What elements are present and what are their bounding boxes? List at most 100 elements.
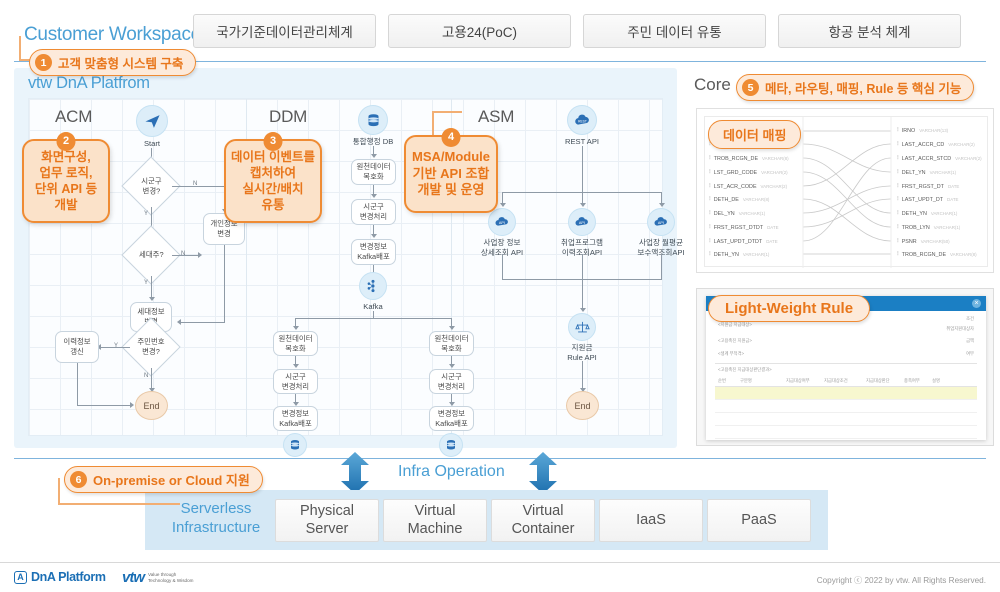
infra-item-virtual-machine[interactable]: Virtual Machine — [383, 499, 487, 542]
map-right-name-0: IRNO — [901, 127, 916, 134]
callout-5-number: 5 — [742, 79, 759, 96]
acm-line-personal-to-d3 — [181, 322, 225, 323]
drag-handle-icon[interactable]: ⦙⦙ — [709, 238, 710, 245]
drag-handle-icon[interactable]: ⦙⦙ — [709, 183, 710, 190]
drag-handle-icon[interactable]: ⦙⦙ — [897, 169, 898, 176]
infra-item-physical-server[interactable]: Physical Server — [275, 499, 379, 542]
api-cloud-glyph: API — [574, 216, 588, 226]
map-left-name-3: LST_GRD_CODE — [713, 169, 758, 176]
rule-col-6: 설명 — [932, 378, 940, 383]
svg-text:API: API — [657, 220, 663, 224]
drag-handle-icon[interactable]: ⦙⦙ — [709, 224, 710, 231]
acm-line-d1-right — [172, 186, 225, 187]
acm-line-history-down — [77, 363, 78, 406]
map-right-type-5: DATE — [947, 197, 959, 202]
acm-arrow-5 — [177, 319, 181, 325]
drag-handle-icon[interactable]: ⦙⦙ — [709, 169, 710, 176]
map-right-type-1: VARCHAR(2) — [948, 142, 975, 147]
map-right-field-2: ⦙⦙ LAST_ACCR_STCD VARCHAR(2) — [897, 155, 982, 162]
infra-item-paas[interactable]: PaaS — [707, 499, 811, 542]
tab-national-standard-data[interactable]: 국가기준데이터관리체계 — [193, 14, 376, 48]
rule-row-3[interactable] — [715, 413, 977, 426]
callout-3-line-1: 데이터 이벤트를 — [231, 150, 315, 164]
acm-line-d3-end — [151, 368, 152, 389]
api-icon-2: API — [568, 208, 596, 236]
callout-3-number: 3 — [263, 132, 283, 151]
drag-handle-icon[interactable]: ⦙⦙ — [897, 127, 898, 134]
tab-resident-data-distribution[interactable]: 주민 데이터 유통 — [583, 14, 766, 48]
ddm-left-sigungu: 시군구 변경처리 — [273, 369, 318, 394]
database-glyph — [447, 440, 455, 450]
svg-text:REST: REST — [578, 120, 587, 124]
drag-handle-icon[interactable]: ⦙⦙ — [897, 251, 898, 258]
map-right-type-9: VARCHAR(8) — [950, 252, 977, 257]
callout-4-number: 4 — [441, 128, 461, 147]
map-left-type-6: VARCHAR(1) — [738, 211, 766, 216]
map-right-name-9: TROB_RCGN_DE — [901, 251, 947, 258]
drag-handle-icon[interactable]: ⦙⦙ — [897, 196, 898, 203]
drag-handle-icon[interactable]: ⦙⦙ — [897, 210, 898, 217]
ddm-node-decrypt-source-label: 원천데이터 복호화 — [356, 162, 391, 181]
drag-handle-icon[interactable]: ⦙⦙ — [709, 210, 710, 217]
ddm-right-arrow-1 — [448, 364, 455, 368]
footer-divider — [0, 562, 1000, 563]
map-left-field-2: ⦙⦙ TROB_RCGN_DE VARCHAR(8) — [709, 155, 789, 162]
drag-handle-icon[interactable]: ⦙⦙ — [709, 251, 710, 258]
rule-col-5: 충족여부 — [904, 378, 920, 383]
callout-light-weight-rule-label: Light-Weight Rule — [725, 300, 854, 317]
drag-handle-icon[interactable]: ⦙⦙ — [709, 155, 710, 162]
acm-label-y-2: Y — [144, 280, 149, 286]
rule-field-value-0: 조건 — [966, 316, 974, 321]
map-left-name-5: DETH_DE — [713, 196, 739, 203]
callout-2-line-3: 단위 API 등 — [34, 182, 98, 196]
map-right-field-0: ⦙⦙ IRNO VARCHAR(13) — [897, 127, 948, 134]
callout-3-line-4: 유통 — [261, 198, 285, 212]
infra-arrow-left — [340, 452, 370, 494]
infra-item-iaas[interactable]: IaaS — [599, 499, 703, 542]
map-left-type-5: VARCHAR(8) — [742, 197, 770, 202]
map-left-name-7: FRST_RGST_DTDT — [713, 224, 764, 231]
infra-divider — [14, 458, 986, 459]
acm-arrow-4 — [198, 252, 202, 258]
drag-handle-icon[interactable]: ⦙⦙ — [897, 155, 898, 162]
map-left-type-2: VARCHAR(8) — [762, 156, 789, 161]
drag-handle-icon[interactable]: ⦙⦙ — [897, 238, 898, 245]
infra-item-virtual-container[interactable]: Virtual Container — [491, 499, 595, 542]
callout-4-line-2: 기반 API 조합 — [412, 165, 490, 181]
asm-line-rest-down — [582, 146, 583, 193]
ddm-left-publish: 변경정보 Kafka배포 — [273, 406, 318, 431]
drag-handle-icon[interactable]: ⦙⦙ — [897, 141, 898, 148]
vtw-brand-text: vtw — [122, 569, 145, 586]
tab-employment24-poc[interactable]: 고용24(PoC) — [388, 14, 571, 48]
rule-row-4[interactable] — [715, 426, 977, 439]
drag-handle-icon[interactable]: ⦙⦙ — [897, 224, 898, 231]
serverless-infrastructure-label: Serverless Infrastructure — [171, 500, 261, 536]
drag-handle-icon[interactable]: ⦙⦙ — [897, 183, 898, 190]
map-left-name-8: LAST_UPDT_DTDT — [713, 238, 763, 245]
start-icon — [136, 105, 168, 137]
acm-node-history-update: 이력정보 갱신 — [55, 331, 99, 363]
map-left-type-8: DATE — [766, 239, 778, 244]
map-left-type-4: VARCHAR(2) — [760, 184, 788, 189]
acm-line-history-to-end — [77, 405, 131, 406]
callout-6-number: 6 — [70, 471, 87, 488]
api-cloud-glyph: API — [494, 216, 508, 226]
acm-node-history-update-label: 이력정보 갱신 — [63, 337, 91, 356]
close-icon[interactable]: × — [972, 299, 981, 308]
map-right-type-7: VARCHAR(1) — [933, 225, 961, 230]
ddm-node-sigungu-process: 시군구 변경처리 — [351, 199, 396, 225]
callout-1-label: 고객 맞춤형 시스템 구축 — [58, 57, 184, 71]
map-right-name-7: TROB_LYN — [901, 224, 930, 231]
double-arrow-glyph — [529, 452, 557, 494]
ddm-left-arrow-1 — [292, 364, 299, 368]
tab-aviation-analysis-system[interactable]: 항공 분석 체계 — [778, 14, 961, 48]
dna-logo-mark-icon: A — [14, 570, 27, 584]
callout-1-number: 1 — [35, 54, 52, 71]
map-right-type-6: VARCHAR(1) — [930, 211, 958, 216]
map-left-type-7: DATE — [767, 225, 779, 230]
rule-row-1[interactable] — [715, 387, 977, 400]
ddm-right-sigungu-label: 시군구 변경처리 — [437, 371, 466, 391]
rule-row-2[interactable] — [715, 400, 977, 413]
asm-line-merge-c — [582, 254, 583, 280]
drag-handle-icon[interactable]: ⦙⦙ — [709, 196, 710, 203]
